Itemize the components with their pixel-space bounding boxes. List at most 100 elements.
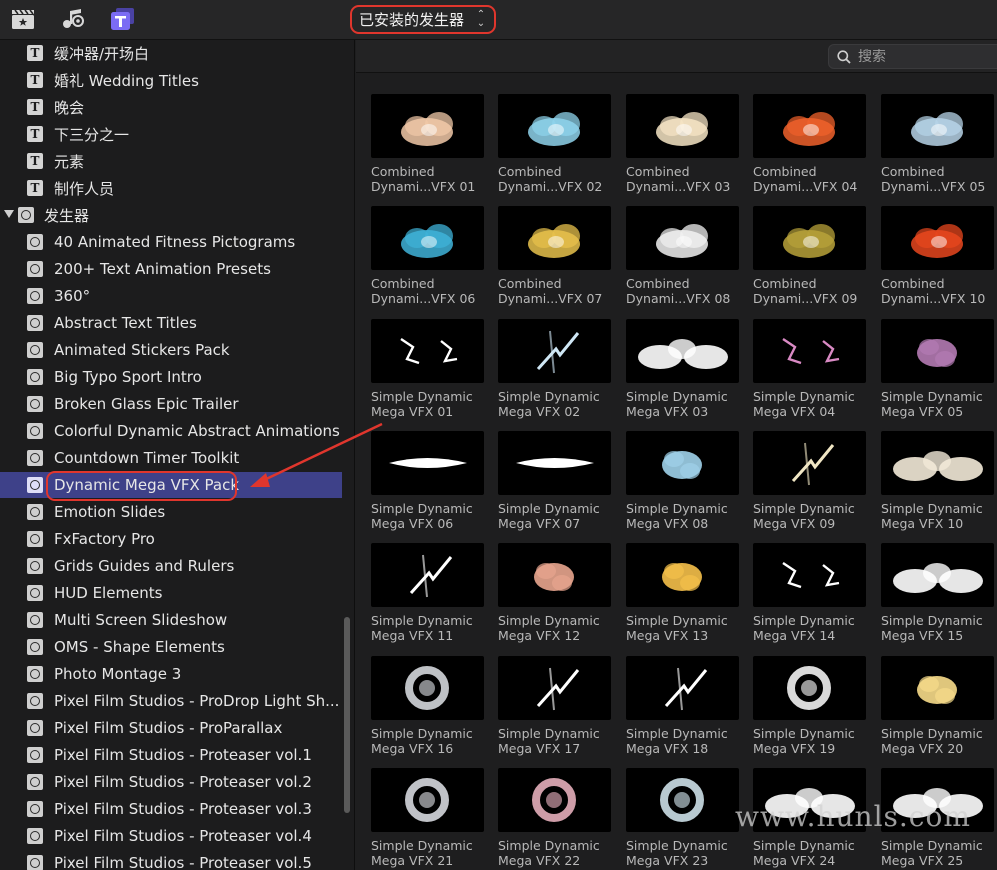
effect-tile[interactable]: Simple Dynamic Mega VFX 21 <box>371 767 484 870</box>
sidebar-item[interactable]: Abstract Text Titles <box>0 310 342 336</box>
effect-tile[interactable]: Simple Dynamic Mega VFX 08 <box>626 430 739 539</box>
effect-tile[interactable]: Simple Dynamic Mega VFX 11 <box>371 543 484 651</box>
effect-tile[interactable]: Combined Dynami...VFX 09 <box>753 206 866 314</box>
effect-thumbnail[interactable] <box>498 318 611 383</box>
effect-tile[interactable]: Combined Dynami...VFX 07 <box>498 206 611 314</box>
music-camera-icon[interactable] <box>60 7 86 31</box>
effect-thumbnail[interactable] <box>371 206 484 271</box>
effect-thumbnail[interactable] <box>371 318 484 383</box>
sidebar-item[interactable]: OMS - Shape Elements <box>0 634 342 660</box>
sidebar-group[interactable]: 发生器 <box>0 202 342 228</box>
titles-generators-icon[interactable] <box>110 7 136 31</box>
sidebar-item[interactable]: Photo Montage 3 <box>0 661 342 687</box>
effect-thumbnail[interactable] <box>498 206 611 271</box>
sidebar-item[interactable]: 360° <box>0 283 342 309</box>
effect-thumbnail[interactable] <box>881 94 994 158</box>
sidebar-item[interactable]: T 婚礼 Wedding Titles <box>0 67 342 93</box>
effect-thumbnail[interactable] <box>881 543 994 608</box>
effect-tile[interactable]: Simple Dynamic Mega VFX 17 <box>498 655 611 764</box>
effect-thumbnail[interactable] <box>498 94 611 158</box>
effect-tile[interactable]: Combined Dynami...VFX 05 <box>881 94 994 202</box>
effect-tile[interactable]: Simple Dynamic Mega VFX 03 <box>626 318 739 427</box>
effect-tile[interactable]: Combined Dynami...VFX 06 <box>371 206 484 314</box>
disclosure-triangle-icon[interactable] <box>4 210 14 218</box>
effect-tile[interactable]: Combined Dynami...VFX 01 <box>371 94 484 202</box>
sidebar-item[interactable]: Emotion Slides <box>0 499 342 525</box>
effect-thumbnail[interactable] <box>371 655 484 720</box>
sidebar-item[interactable]: Broken Glass Epic Trailer <box>0 391 342 417</box>
sidebar-item[interactable]: Pixel Film Studios - Proteaser vol.4 <box>0 823 342 849</box>
sidebar-item[interactable]: 40 Animated Fitness Pictograms <box>0 229 342 255</box>
effect-thumbnail[interactable] <box>498 430 611 495</box>
sidebar-item[interactable]: Pixel Film Studios - Proteaser vol.2 <box>0 769 342 795</box>
effect-thumbnail[interactable] <box>626 767 739 832</box>
effect-thumbnail[interactable] <box>626 430 739 495</box>
sidebar-item[interactable]: Grids Guides and Rulers <box>0 553 342 579</box>
effect-thumbnail[interactable] <box>498 655 611 720</box>
search-input[interactable] <box>858 48 978 65</box>
sidebar-item[interactable]: T 缓冲器/开场白 <box>0 40 342 66</box>
sidebar-item[interactable]: Countdown Timer Toolkit <box>0 445 342 471</box>
effect-thumbnail[interactable] <box>498 767 611 832</box>
effect-thumbnail[interactable] <box>626 655 739 720</box>
effect-thumbnail[interactable] <box>753 94 866 158</box>
effect-thumbnail[interactable] <box>626 94 739 158</box>
sidebar-item[interactable]: Pixel Film Studios - Proteaser vol.1 <box>0 742 342 768</box>
effect-tile[interactable]: Simple Dynamic Mega VFX 13 <box>626 543 739 651</box>
sidebar-item[interactable]: T 元素 <box>0 148 342 174</box>
effect-tile[interactable]: Simple Dynamic Mega VFX 15 <box>881 543 994 651</box>
effect-thumbnail[interactable] <box>371 94 484 158</box>
effect-thumbnail[interactable] <box>626 543 739 608</box>
effect-thumbnail[interactable] <box>881 655 994 720</box>
effect-thumbnail[interactable] <box>881 318 994 383</box>
effect-tile[interactable]: Simple Dynamic Mega VFX 10 <box>881 430 994 539</box>
effect-tile[interactable]: Simple Dynamic Mega VFX 06 <box>371 430 484 539</box>
sidebar-item[interactable]: T 制作人员 <box>0 175 342 201</box>
effect-tile[interactable]: Simple Dynamic Mega VFX 04 <box>753 318 866 427</box>
effect-thumbnail[interactable] <box>371 767 484 832</box>
effect-tile[interactable]: Simple Dynamic Mega VFX 09 <box>753 430 866 539</box>
effect-thumbnail[interactable] <box>753 206 866 271</box>
sidebar-item[interactable]: T 下三分之一 <box>0 121 342 147</box>
effect-tile[interactable]: Simple Dynamic Mega VFX 19 <box>753 655 866 764</box>
library-dropdown[interactable]: 已安装的发生器 ⌃ ⌄ <box>350 5 496 34</box>
sidebar-item[interactable]: Pixel Film Studios - ProParallax <box>0 715 342 741</box>
effect-thumbnail[interactable] <box>753 318 866 383</box>
effect-tile[interactable]: Simple Dynamic Mega VFX 20 <box>881 655 994 764</box>
sidebar-item[interactable]: 200+ Text Animation Presets <box>0 256 342 282</box>
effect-thumbnail[interactable] <box>881 430 994 495</box>
sidebar-item[interactable]: HUD Elements <box>0 580 342 606</box>
sidebar-item[interactable]: Pixel Film Studios - ProDrop Light Sh... <box>0 688 342 714</box>
sidebar-item[interactable]: Animated Stickers Pack <box>0 337 342 363</box>
effect-tile[interactable]: Combined Dynami...VFX 08 <box>626 206 739 314</box>
effect-thumbnail[interactable] <box>626 206 739 271</box>
effect-thumbnail[interactable] <box>498 543 611 608</box>
effect-tile[interactable]: Simple Dynamic Mega VFX 07 <box>498 430 611 539</box>
sidebar-item[interactable]: Pixel Film Studios - Proteaser vol.5 <box>0 850 342 870</box>
effect-thumbnail[interactable] <box>371 543 484 608</box>
effect-thumbnail[interactable] <box>881 206 994 271</box>
search-field[interactable] <box>828 44 997 69</box>
effect-tile[interactable]: Simple Dynamic Mega VFX 01 <box>371 318 484 427</box>
effect-thumbnail[interactable] <box>626 318 739 383</box>
effect-tile[interactable]: Simple Dynamic Mega VFX 12 <box>498 543 611 651</box>
sidebar-scrollbar[interactable] <box>344 617 350 813</box>
effect-tile[interactable]: Simple Dynamic Mega VFX 05 <box>881 318 994 427</box>
sidebar-item[interactable]: Big Typo Sport Intro <box>0 364 342 390</box>
clapperboard-star-icon[interactable] <box>10 7 36 31</box>
effect-tile[interactable]: Simple Dynamic Mega VFX 16 <box>371 655 484 764</box>
effect-tile[interactable]: Simple Dynamic Mega VFX 14 <box>753 543 866 651</box>
effect-thumbnail[interactable] <box>753 543 866 608</box>
sidebar-item[interactable]: FxFactory Pro <box>0 526 342 552</box>
effect-tile[interactable]: Combined Dynami...VFX 03 <box>626 94 739 202</box>
effect-thumbnail[interactable] <box>753 430 866 495</box>
effect-tile[interactable]: Simple Dynamic Mega VFX 18 <box>626 655 739 764</box>
effect-tile[interactable]: Simple Dynamic Mega VFX 02 <box>498 318 611 427</box>
effect-thumbnail[interactable] <box>753 655 866 720</box>
sidebar-item[interactable]: Colorful Dynamic Abstract Animations <box>0 418 342 444</box>
effect-thumbnail[interactable] <box>371 430 484 495</box>
effect-tile[interactable]: Combined Dynami...VFX 02 <box>498 94 611 202</box>
sidebar-item[interactable]: T 晚会 <box>0 94 342 120</box>
effect-tile[interactable]: Combined Dynami...VFX 10 <box>881 206 994 314</box>
effect-tile[interactable]: Simple Dynamic Mega VFX 23 <box>626 767 739 870</box>
